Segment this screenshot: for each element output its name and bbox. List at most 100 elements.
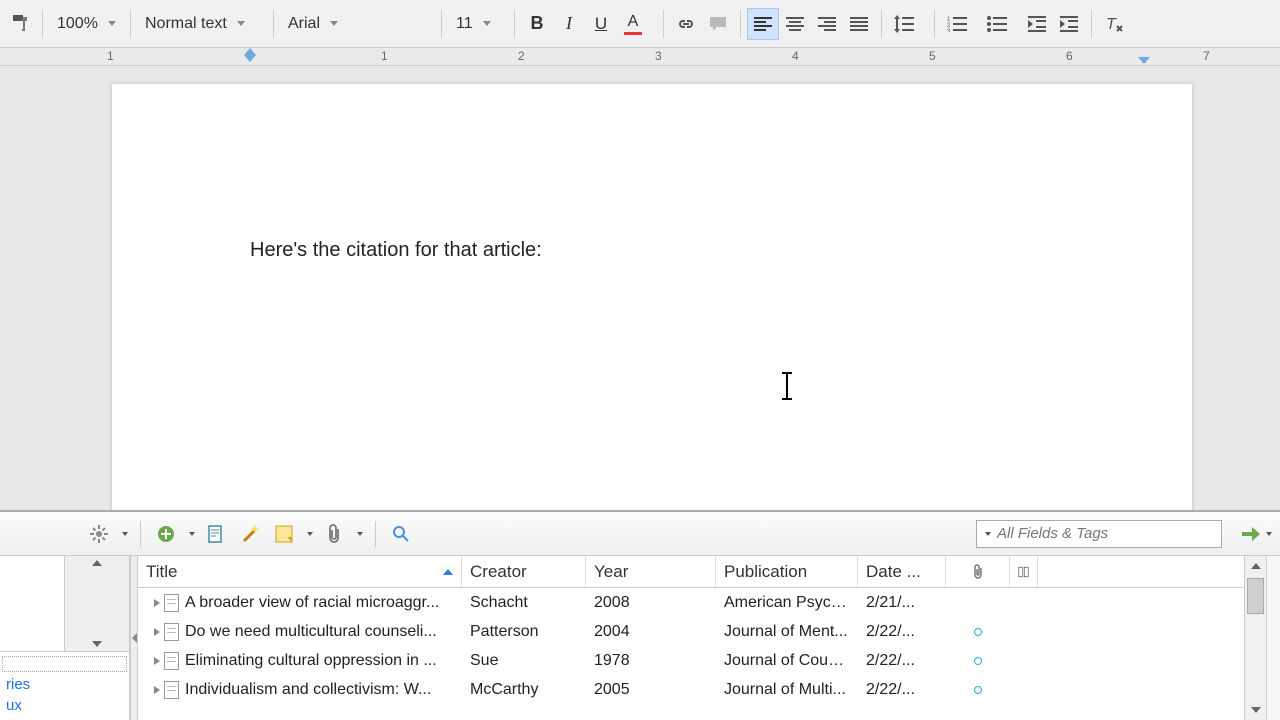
expand-icon[interactable] <box>154 599 160 607</box>
item-date: 2/22/... <box>858 681 946 699</box>
chevron-down-icon[interactable] <box>122 532 128 536</box>
document-page[interactable]: Here's the citation for that article: <box>112 84 1192 510</box>
actions-menu-button[interactable] <box>86 521 112 547</box>
separator <box>934 10 935 38</box>
chevron-down-icon <box>237 21 245 26</box>
align-left-button[interactable] <box>747 8 779 40</box>
add-by-identifier-button[interactable] <box>203 521 229 547</box>
right-indent-marker[interactable] <box>1138 57 1150 64</box>
italic-button[interactable]: I <box>553 8 585 40</box>
separator <box>740 10 741 38</box>
pane-splitter[interactable] <box>130 556 138 720</box>
column-header-title[interactable]: Title <box>138 556 462 587</box>
scrollbar-thumb[interactable] <box>1247 578 1264 614</box>
align-right-button[interactable] <box>811 8 843 40</box>
quick-search-box[interactable] <box>976 520 1222 548</box>
text-color-button[interactable]: A <box>617 8 649 40</box>
scroll-up-button[interactable] <box>1245 556 1266 576</box>
document-body-text[interactable]: Here's the citation for that article: <box>250 239 1054 262</box>
column-header-attachment[interactable] <box>946 556 1010 587</box>
chevron-down-icon[interactable] <box>189 532 195 536</box>
paint-format-button[interactable] <box>4 8 36 40</box>
numbered-list-button[interactable]: 123 <box>941 8 973 40</box>
add-attachment-button[interactable] <box>321 521 347 547</box>
document-icon <box>164 652 179 670</box>
column-header-publication[interactable]: Publication <box>716 556 858 587</box>
expand-icon[interactable] <box>154 628 160 636</box>
item-publication: Journal of Ment... <box>716 623 858 641</box>
column-header-date[interactable]: Date ... <box>858 556 946 587</box>
column-menu-icon <box>1018 565 1029 579</box>
ruler-number: 2 <box>518 49 525 63</box>
scroll-down-icon[interactable] <box>92 641 102 647</box>
paragraph-style-dropdown[interactable]: Normal text <box>137 9 267 39</box>
wand-document-icon <box>207 524 225 544</box>
item-row[interactable]: A broader view of racial microaggr... Sc… <box>138 588 1244 617</box>
items-list: A broader view of racial microaggr... Sc… <box>138 588 1244 720</box>
document-canvas[interactable]: Here's the citation for that article: <box>0 66 1280 510</box>
items-scrollbar[interactable] <box>1244 556 1266 720</box>
column-header-creator[interactable]: Creator <box>462 556 586 587</box>
document-icon <box>164 594 179 612</box>
numbered-list-icon: 123 <box>947 16 967 32</box>
zoom-dropdown[interactable]: 100% <box>49 9 124 39</box>
advanced-search-button[interactable] <box>388 521 414 547</box>
underline-button[interactable]: U <box>585 8 617 40</box>
chevron-down-icon[interactable] <box>985 532 991 536</box>
item-year: 1978 <box>586 652 716 670</box>
item-details-pane-collapsed[interactable] <box>1266 556 1280 720</box>
column-picker-button[interactable] <box>1010 556 1038 587</box>
column-header-year[interactable]: Year <box>586 556 716 587</box>
tag-item[interactable]: ux <box>2 695 127 716</box>
bold-button[interactable]: B <box>521 8 553 40</box>
new-note-button[interactable] <box>271 521 297 547</box>
lookup-button[interactable] <box>237 521 263 547</box>
scrollbar-track[interactable] <box>1245 616 1266 700</box>
horizontal-ruler[interactable]: 1 1 2 3 4 5 6 7 <box>0 48 1280 66</box>
bulleted-list-button[interactable] <box>981 8 1013 40</box>
zotero-toolbar <box>0 512 1280 556</box>
new-item-button[interactable] <box>153 521 179 547</box>
increase-indent-button[interactable] <box>1053 8 1085 40</box>
font-size-dropdown[interactable]: 11 <box>448 9 508 39</box>
align-justify-button[interactable] <box>843 8 875 40</box>
text-color-indicator <box>624 32 642 35</box>
tag-selector: ries ux <box>0 651 129 720</box>
separator <box>1091 10 1092 38</box>
search-input[interactable] <box>997 525 1215 542</box>
chevron-down-icon[interactable] <box>307 532 313 536</box>
item-row[interactable]: Eliminating cultural oppression in ... S… <box>138 646 1244 675</box>
item-row[interactable]: Individualism and collectivism: W... McC… <box>138 675 1244 704</box>
insert-comment-button[interactable] <box>702 8 734 40</box>
scroll-down-button[interactable] <box>1245 700 1266 720</box>
add-icon <box>157 525 175 543</box>
item-date: 2/22/... <box>858 652 946 670</box>
expand-icon[interactable] <box>154 657 160 665</box>
attachment-icon <box>971 564 985 580</box>
item-title: A broader view of racial microaggr... <box>185 594 439 612</box>
zotero-body: ries ux Title Creator Year Publication D… <box>0 556 1280 720</box>
clear-formatting-button[interactable]: T <box>1098 8 1130 40</box>
item-row[interactable]: Do we need multicultural counseli... Pat… <box>138 617 1244 646</box>
chevron-down-icon <box>330 21 338 26</box>
chevron-down-icon[interactable] <box>1266 532 1272 536</box>
locate-button[interactable] <box>1242 527 1272 541</box>
expand-icon[interactable] <box>154 686 160 694</box>
font-family-dropdown[interactable]: Arial <box>280 9 435 39</box>
scroll-up-icon[interactable] <box>92 560 102 566</box>
left-indent-marker[interactable] <box>244 48 256 55</box>
separator <box>881 10 882 38</box>
item-creator: McCarthy <box>462 681 586 699</box>
attachment-indicator-icon <box>974 628 982 636</box>
tag-item[interactable]: ries <box>2 674 127 695</box>
align-center-button[interactable] <box>779 8 811 40</box>
chevron-down-icon[interactable] <box>357 532 363 536</box>
tag-filter-box[interactable] <box>2 656 127 672</box>
decrease-indent-button[interactable] <box>1021 8 1053 40</box>
insert-link-button[interactable] <box>670 8 702 40</box>
collections-scrollbar[interactable] <box>64 556 129 651</box>
item-date: 2/21/... <box>858 594 946 612</box>
text-color-icon: A <box>628 13 639 31</box>
clear-formatting-icon: T <box>1104 15 1124 33</box>
line-spacing-button[interactable] <box>888 8 920 40</box>
